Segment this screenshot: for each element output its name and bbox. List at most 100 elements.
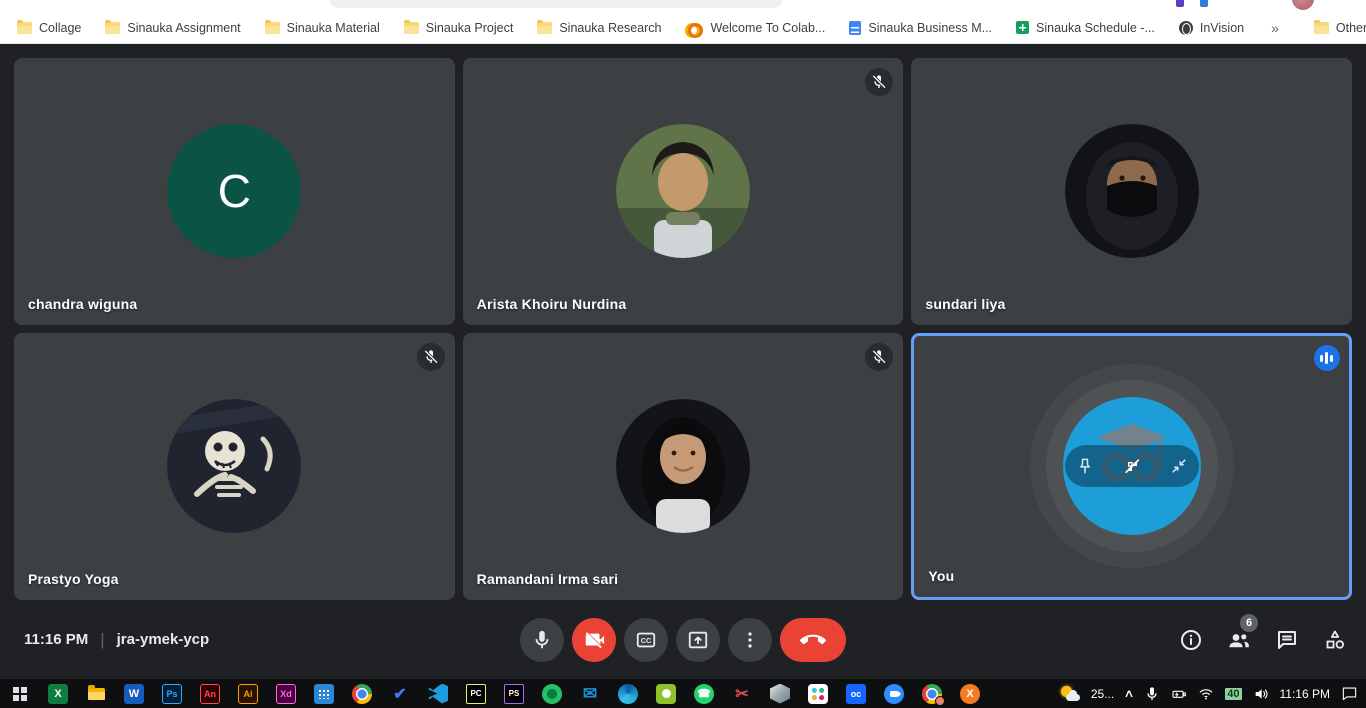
more-vert-icon [739,629,761,651]
extension-icon[interactable] [1200,0,1208,7]
weather-temp[interactable]: 25... [1091,687,1114,701]
camera-off-icon [583,629,605,651]
participant-tile-self[interactable]: You [911,333,1352,600]
captions-button[interactable]: CC [624,618,668,662]
greenapp-icon[interactable] [542,684,562,704]
bookmarks-bar: Collage Sinauka Assignment Sinauka Mater… [0,12,1366,44]
zoomapp-icon[interactable] [884,684,904,704]
invision-icon [1179,21,1193,35]
participant-name: Ramandani Irma sari [477,571,619,587]
camera-toggle-button[interactable] [572,618,616,662]
xampp-icon[interactable]: X [960,684,980,704]
calendar-glyph [318,689,330,699]
bookmark-sinauka-assignment[interactable]: Sinauka Assignment [96,17,249,39]
extension-icon[interactable] [1176,0,1184,7]
snip-glyph: ✂ [735,684,748,704]
remove-tile-icon[interactable] [1122,456,1142,476]
bookmark-sinauka-research[interactable]: Sinauka Research [528,17,670,39]
bookmark-label: Sinauka Material [287,21,380,35]
tray-mic-icon[interactable] [1144,686,1160,702]
mail-icon[interactable]: ✉ [580,684,600,704]
tray-volume-icon[interactable] [1253,686,1269,702]
folder-icon [105,22,120,34]
bookmark-invision[interactable]: InVision [1170,17,1253,39]
bookmark-sinauka-business[interactable]: Sinauka Business M... [840,17,1001,39]
explorer-icon[interactable] [86,684,106,704]
other-bookmarks-button[interactable]: Other bookmarks [1305,17,1366,39]
bookmark-sinauka-project[interactable]: Sinauka Project [395,17,523,39]
participant-tile-arista[interactable]: Arista Khoiru Nurdina [463,58,904,325]
bookmark-label: Collage [39,21,81,35]
todo-glyph: ✔ [393,684,406,704]
leave-call-button[interactable] [780,618,846,662]
chromeprofile-icon[interactable] [922,684,942,704]
chrome-icon[interactable] [352,684,372,704]
minimize-icon[interactable] [1169,456,1189,476]
slack-icon[interactable] [808,684,828,704]
excel-glyph: X [54,688,61,700]
participant-tile-sundari[interactable]: sundari liya [911,58,1352,325]
edge-icon[interactable] [618,684,638,704]
todo-icon[interactable]: ✔ [390,684,410,704]
word-icon[interactable]: W [124,684,144,704]
self-tile-hover-actions [1065,445,1199,487]
bookmark-label: Sinauka Business M... [868,21,992,35]
oc-icon[interactable]: oc [846,684,866,704]
avatar-photo [1065,124,1199,258]
calendar-icon[interactable] [314,684,334,704]
weather-icon[interactable] [1060,686,1080,702]
captions-icon: CC [635,629,657,651]
bookmark-sinauka-material[interactable]: Sinauka Material [256,17,389,39]
tray-chevron-icon[interactable]: ∧ [1124,687,1135,700]
bookmark-sinauka-schedule[interactable]: Sinauka Schedule -... [1007,17,1164,39]
animate-icon[interactable]: An [200,684,220,704]
battery-percent-badge[interactable]: 40 [1225,688,1241,700]
participant-tile-chandra[interactable]: C chandra wiguna [14,58,455,325]
taskbar-apps: X W Ps An Ai Xd ✔ PC PS ✉ ☎ ✂ oc X [0,684,980,704]
system-tray: 25... ∧ 40 [1060,686,1358,702]
profile-avatar[interactable] [1292,0,1314,10]
illustrator-icon[interactable]: Ai [238,684,258,704]
present-screen-button[interactable] [676,618,720,662]
participant-count-badge: 6 [1240,614,1258,632]
activities-button[interactable] [1322,627,1348,653]
folder-icon [537,22,552,34]
avatar-initial: C [167,124,301,258]
clock-text: 11:16 PM [24,631,88,648]
folder-icon [404,22,419,34]
pycharm-icon[interactable]: PC [466,684,486,704]
chat-button[interactable] [1274,627,1300,653]
xd-icon[interactable]: Xd [276,684,296,704]
mic-toggle-button[interactable] [520,618,564,662]
meeting-details-button[interactable] [1178,627,1204,653]
omnibox-partial[interactable] [330,0,782,8]
bookmark-welcome-to-colab[interactable]: Welcome To Colab... [676,17,834,39]
participant-tile-ramandani[interactable]: Ramandani Irma sari [463,333,904,600]
audio-activity-indicator [1314,345,1340,371]
phpstorm-icon[interactable]: PS [504,684,524,704]
tray-battery-icon[interactable] [1171,686,1187,702]
pycharm-glyph: PC [470,689,481,698]
vscode-icon[interactable] [428,684,448,704]
snip-icon[interactable]: ✂ [732,684,752,704]
bookmarks-overflow-chevron-icon[interactable]: » [1265,18,1285,38]
bookmark-collage[interactable]: Collage [8,17,90,39]
excel-icon[interactable]: X [48,684,68,704]
participant-name: sundari liya [925,296,1005,312]
activities-icon [1323,628,1347,652]
whatsapp-icon[interactable]: ☎ [694,684,714,704]
windows-start-icon[interactable] [10,684,30,704]
pin-icon[interactable] [1075,456,1095,476]
bookmark-label: Other bookmarks [1336,21,1366,35]
action-center-icon[interactable] [1341,686,1358,701]
bookmark-label: Sinauka Research [559,21,661,35]
android-icon[interactable] [656,684,676,704]
photoshop-icon[interactable]: Ps [162,684,182,704]
bookmark-label: Welcome To Colab... [710,21,825,35]
netbeans-icon[interactable] [770,684,790,704]
tray-wifi-icon[interactable] [1198,686,1214,702]
taskbar-clock[interactable]: 11:16 PM [1280,687,1330,701]
participant-tile-prastyo[interactable]: Prastyo Yoga [14,333,455,600]
more-options-button[interactable] [728,618,772,662]
show-participants-button[interactable]: 6 [1226,627,1252,653]
